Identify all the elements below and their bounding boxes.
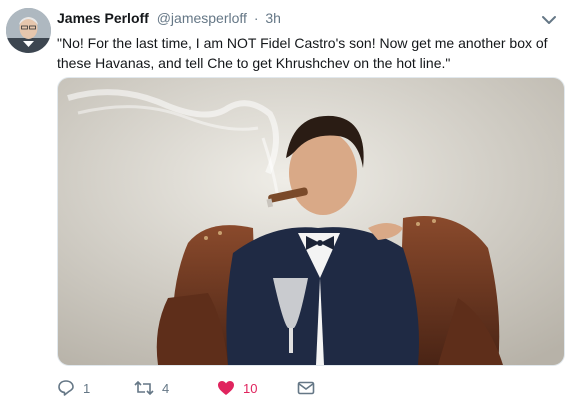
reply-icon (58, 380, 74, 396)
separator-dot: · (253, 10, 259, 26)
tweet-header: James Perloff @jamesperloff · 3h (57, 10, 542, 28)
tweet-timestamp[interactable]: 3h (265, 10, 281, 26)
retweet-count: 4 (162, 380, 170, 396)
reply-button[interactable]: 1 (57, 377, 90, 399)
heart-icon (218, 381, 234, 395)
like-button[interactable]: 10 (217, 377, 257, 399)
author-name[interactable]: James Perloff (57, 10, 149, 26)
retweet-icon (134, 380, 154, 396)
avatar[interactable] (6, 8, 51, 53)
tweet-actions: 1 4 10 (57, 377, 577, 401)
author-handle[interactable]: @jamesperloff (157, 10, 247, 26)
reply-count: 1 (83, 380, 91, 396)
chevron-down-icon[interactable] (541, 13, 559, 27)
envelope-icon (297, 381, 315, 395)
tweet-text: "No! For the last time, I am NOT Fidel C… (57, 35, 548, 71)
tweet-media-image[interactable] (57, 77, 565, 366)
tweet[interactable]: James Perloff @jamesperloff · 3h "No! Fo… (0, 0, 582, 411)
retweet-button[interactable]: 4 (134, 377, 169, 399)
direct-message-button[interactable] (297, 377, 323, 399)
like-count: 10 (243, 380, 258, 396)
